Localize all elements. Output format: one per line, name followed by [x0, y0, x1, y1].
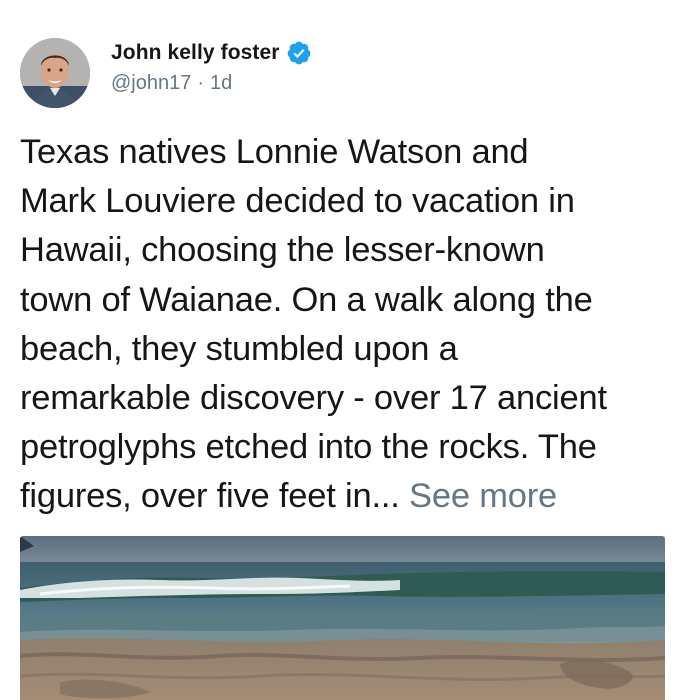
tweet-timestamp[interactable]: 1d [210, 72, 232, 95]
meta-separator: · [197, 72, 205, 94]
tweet-body: Texas natives Lonnie Watson and Mark Lou… [20, 133, 607, 516]
tweet-media-photo[interactable] [20, 536, 665, 700]
author-display-name[interactable]: John kelly foster [111, 41, 280, 65]
beach-photo-icon [20, 536, 665, 700]
author-handle[interactable]: @john17 [111, 72, 191, 95]
verified-badge-icon [286, 40, 312, 66]
profile-photo-icon [20, 38, 90, 108]
author-avatar[interactable] [20, 38, 90, 108]
tweet-card[interactable]: John kelly foster @john17 · 1d Texas nat… [0, 0, 700, 700]
tweet-meta: @john17 · 1d [111, 72, 232, 95]
see-more-link[interactable]: See more [409, 477, 557, 515]
tweet-text: Texas natives Lonnie Watson and Mark Lou… [20, 128, 700, 522]
author-name-row[interactable]: John kelly foster [111, 40, 312, 66]
